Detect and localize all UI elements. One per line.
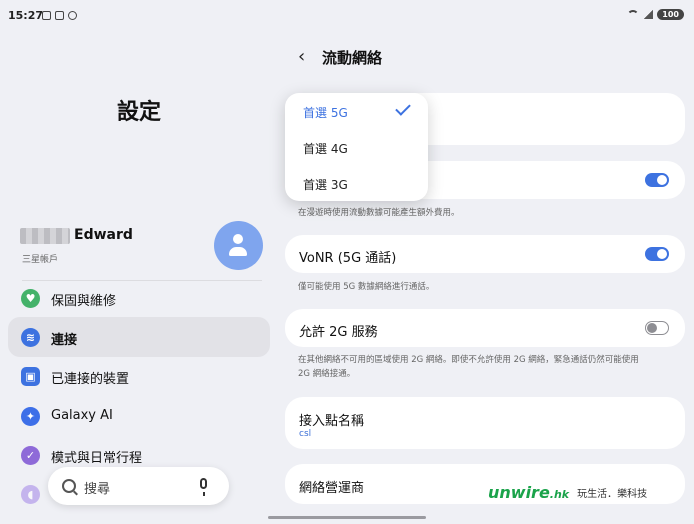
search-icon	[62, 479, 76, 493]
network-mode-dropdown[interactable]: 首選 5G 首選 4G 首選 3G	[285, 93, 428, 201]
sidebar-item-label: 保固與維修	[51, 294, 117, 309]
apn-label: 接入點名稱	[299, 414, 365, 429]
battery-indicator: 100	[657, 9, 684, 20]
avatar[interactable]	[214, 221, 263, 270]
allow-2g-desc-line1: 在其他網絡不可用的區域使用 2G 網絡。即使不允許使用 2G 網絡，緊急通話仍然…	[298, 355, 639, 365]
sidebar-item-label: Galaxy AI	[51, 408, 113, 423]
sidebar-item-connections[interactable]: ≋ 連接	[8, 317, 270, 357]
back-icon[interactable]: ‹	[298, 46, 305, 67]
wifi-icon: ≋	[21, 328, 40, 347]
screenshot-icon	[42, 11, 51, 20]
check-icon	[395, 100, 411, 116]
unwire-watermark: unwire.hk 玩生活．樂科技	[488, 483, 647, 502]
sidebar-item-label: 模式與日常行程	[51, 451, 143, 466]
toggle-knob	[657, 249, 667, 259]
unwire-logo: unwire.hk	[488, 483, 569, 502]
allow-2g-description: 在其他網絡不可用的區域使用 2G 網絡。即使不允許使用 2G 網絡，緊急通話仍然…	[298, 353, 678, 381]
toggle-knob	[647, 323, 657, 333]
sidebar-item-galaxy-ai[interactable]: ✦ Galaxy AI	[8, 396, 270, 436]
person-icon	[233, 234, 243, 244]
toggle-knob	[657, 175, 667, 185]
allow-2g-label: 允許 2G 服務	[299, 325, 378, 340]
search-bar[interactable]: 搜尋	[48, 467, 229, 505]
notification-icon	[68, 11, 77, 20]
account-name-redacted	[20, 228, 70, 244]
person-icon-body	[229, 247, 247, 256]
sound-icon: ◖	[21, 485, 40, 504]
vonr-card[interactable]: VoNR (5G 通話)	[285, 235, 685, 273]
roaming-description: 在漫遊時使用流動數據可能產生額外費用。	[298, 208, 460, 218]
sidebar-item-label: 連接	[51, 333, 78, 348]
logo-text: unwire	[488, 483, 550, 502]
devices-icon: ▣	[21, 367, 40, 386]
account-name: Edward	[74, 227, 133, 243]
allow-2g-card[interactable]: 允許 2G 服務	[285, 309, 685, 347]
mic-icon[interactable]	[200, 478, 207, 496]
heart-shield-icon: ♥	[21, 289, 40, 308]
page-title: 流動網絡	[322, 49, 383, 67]
vonr-description: 僅可能使用 5G 數據網絡進行通話。	[298, 282, 435, 292]
status-bar: 15:27 100	[0, 0, 694, 32]
data-roaming-toggle[interactable]	[645, 173, 669, 187]
sidebar-item-label: 已連接的裝置	[51, 372, 130, 387]
sparkle-icon: ✦	[21, 407, 40, 426]
allow-2g-toggle[interactable]	[645, 321, 669, 335]
option-3g[interactable]: 首選 3G	[303, 176, 348, 193]
sidebar-item-connected-devices[interactable]: ▣ 已連接的裝置	[8, 356, 270, 396]
account-subtitle: 三星帳戶	[22, 255, 59, 265]
settings-title: 設定	[116, 100, 161, 125]
apn-value: csl	[299, 429, 312, 439]
check-circle-icon: ✓	[21, 446, 40, 465]
logo-suffix: .hk	[549, 488, 570, 501]
apn-card[interactable]: 接入點名稱 csl	[285, 397, 685, 449]
watermark-tagline: 玩生活．樂科技	[577, 489, 648, 500]
option-5g[interactable]: 首選 5G	[303, 104, 348, 121]
vonr-label: VoNR (5G 通話)	[299, 251, 397, 266]
home-indicator[interactable]	[268, 516, 426, 519]
wifi-status-icon	[627, 10, 640, 19]
sidebar-item-warranty[interactable]: ♥ 保固與維修	[8, 278, 270, 318]
message-icon	[55, 11, 64, 20]
signal-icon	[643, 10, 654, 19]
option-4g[interactable]: 首選 4G	[303, 140, 348, 157]
network-operator-label: 網絡營運商	[299, 481, 365, 496]
status-time: 15:27	[8, 9, 44, 22]
search-placeholder: 搜尋	[84, 482, 111, 497]
vonr-toggle[interactable]	[645, 247, 669, 261]
allow-2g-desc-line2: 2G 網絡接通。	[298, 369, 356, 379]
